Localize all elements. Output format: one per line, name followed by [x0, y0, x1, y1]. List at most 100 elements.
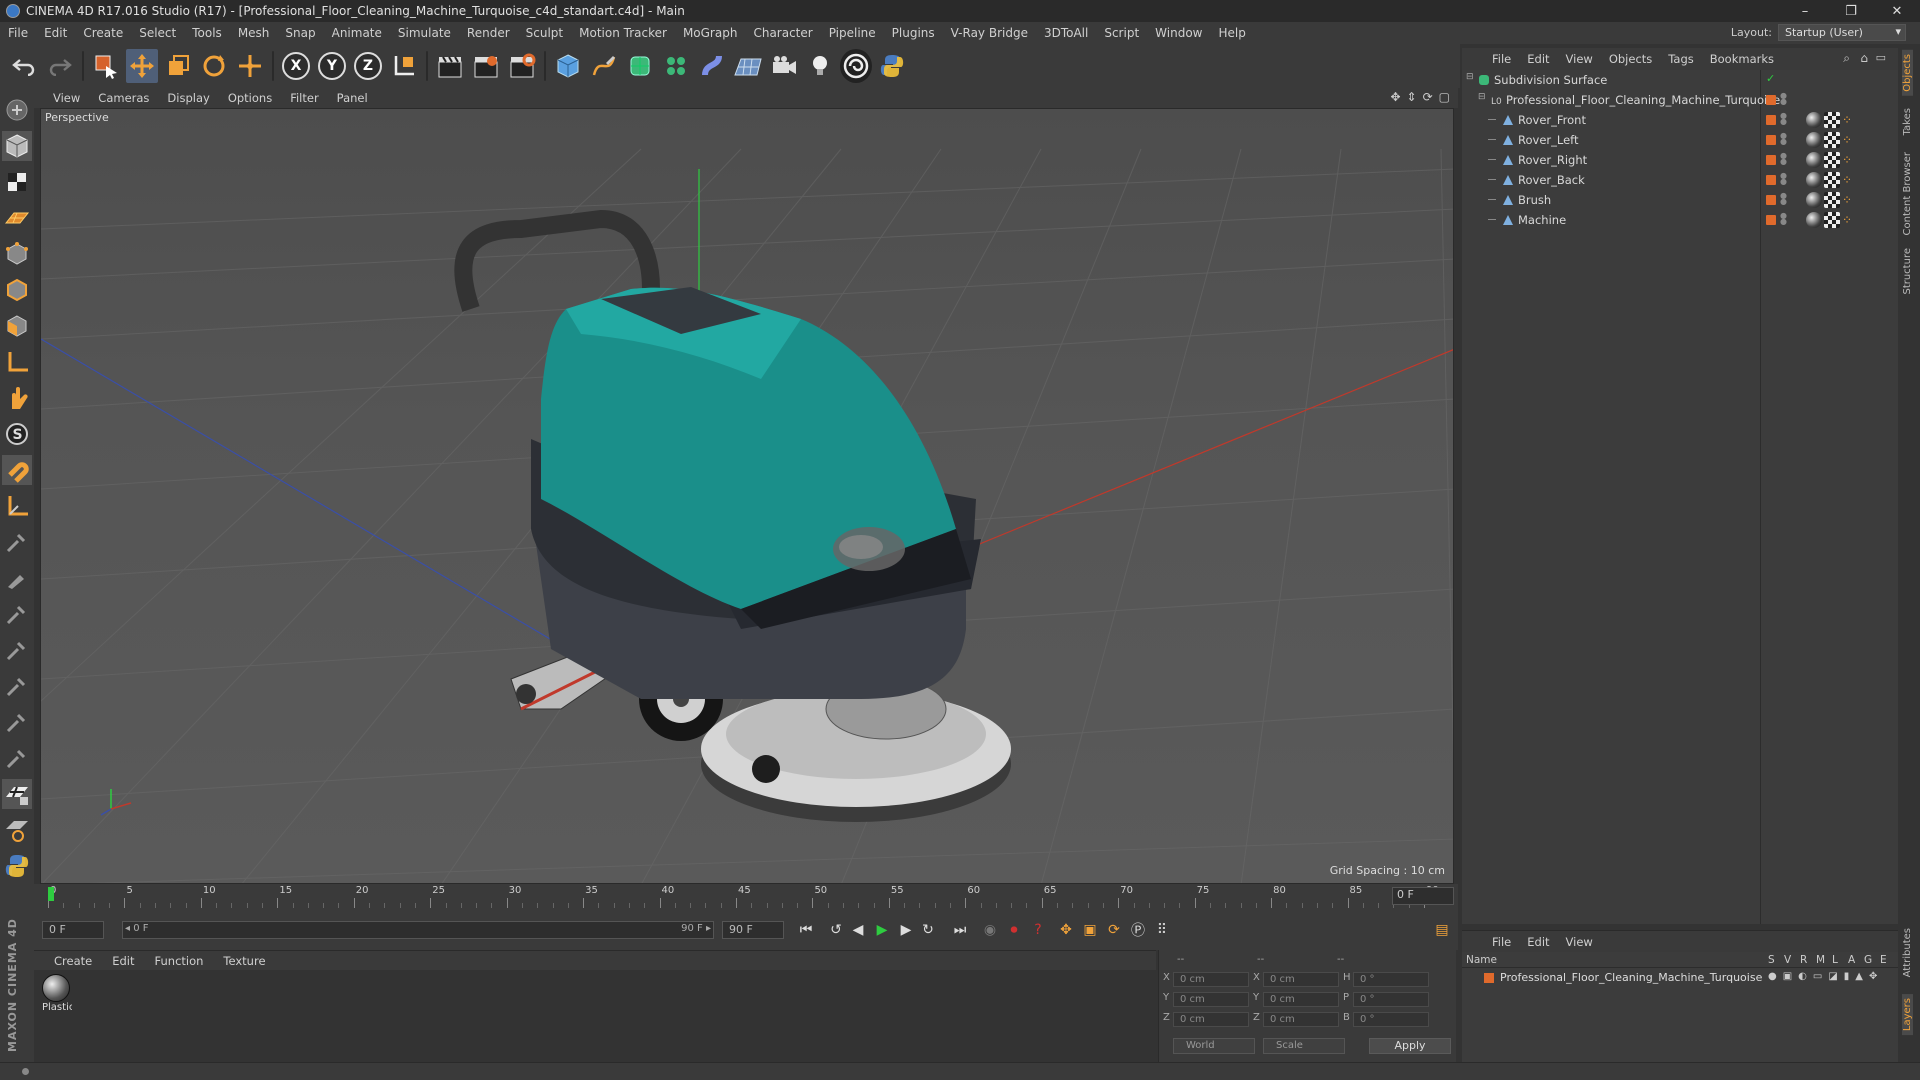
object-home-icon[interactable]: ⌂ — [1860, 51, 1868, 65]
layer-menu-edit[interactable]: Edit — [1519, 935, 1557, 949]
subdivision-surface-button[interactable] — [624, 49, 656, 83]
texture-mode-button[interactable] — [2, 167, 32, 197]
object-menu-file[interactable]: File — [1484, 52, 1519, 66]
menu-create[interactable]: Create — [75, 26, 131, 40]
size-mode-select[interactable]: Scale — [1263, 1038, 1345, 1054]
material-swatch[interactable]: Plastic — [42, 974, 72, 1013]
spline-pen-button[interactable] — [588, 49, 620, 83]
locked-workplane-button[interactable] — [2, 491, 32, 521]
timeline-playhead[interactable] — [48, 887, 54, 901]
tab-takes[interactable]: Takes — [1902, 104, 1913, 139]
rotation-p-field[interactable]: 0 ° — [1353, 992, 1429, 1007]
menu-edit[interactable]: Edit — [36, 26, 75, 40]
current-frame-field[interactable]: 0 F — [1392, 887, 1454, 905]
material-menu-create[interactable]: Create — [44, 954, 102, 968]
menu-mograph[interactable]: MoGraph — [675, 26, 746, 40]
layer-color-swatch[interactable] — [1484, 973, 1494, 983]
snap-button[interactable]: S — [2, 419, 32, 449]
floor-snap-button[interactable] — [2, 815, 32, 845]
size-y-field[interactable]: 0 cm — [1263, 992, 1339, 1007]
extrude-tool-button[interactable] — [2, 599, 32, 629]
previous-key-button[interactable]: ↺ — [824, 918, 848, 942]
key-rotation-button[interactable]: ⟳ — [1102, 918, 1126, 942]
uvw-tag-icon[interactable] — [1824, 132, 1840, 148]
undo-button[interactable] — [8, 49, 40, 83]
expand-toggle-icon[interactable]: ⊟ — [1466, 72, 1474, 82]
viewport-maximize-icon[interactable]: ▢ — [1439, 90, 1450, 104]
rotation-b-field[interactable]: 0 ° — [1353, 1012, 1429, 1027]
menu-window[interactable]: Window — [1147, 26, 1210, 40]
rotation-h-field[interactable]: 0 ° — [1353, 972, 1429, 987]
next-key-button[interactable]: ↻ — [916, 918, 940, 942]
viewport-rotate-icon[interactable]: ⟳ — [1423, 90, 1433, 104]
uvw-tag-icon[interactable] — [1824, 192, 1840, 208]
layout-select[interactable]: Startup (User) — [1778, 24, 1906, 41]
menu-script[interactable]: Script — [1096, 26, 1147, 40]
position-z-field[interactable]: 0 cm — [1173, 1012, 1249, 1027]
uvw-tag-icon[interactable] — [1824, 112, 1840, 128]
move-tool-button[interactable] — [126, 49, 158, 83]
menu-mesh[interactable]: Mesh — [230, 26, 278, 40]
visibility-dots[interactable]: ● ● — [1780, 112, 1787, 126]
apply-button[interactable]: Apply — [1369, 1038, 1451, 1054]
phong-tag-icon[interactable]: ⁘ — [1842, 152, 1858, 168]
viewport-menu-display[interactable]: Display — [158, 91, 218, 105]
material-menu-edit[interactable]: Edit — [102, 954, 144, 968]
menu-simulate[interactable]: Simulate — [390, 26, 459, 40]
visibility-dots[interactable]: ● ● — [1780, 132, 1787, 146]
timeline-window-button[interactable]: ▤ — [1430, 918, 1454, 942]
material-menu-texture[interactable]: Texture — [213, 954, 275, 968]
uvw-tag-icon[interactable] — [1824, 212, 1840, 228]
y-axis-button[interactable]: Y — [316, 49, 348, 83]
layer-color-tag[interactable] — [1766, 155, 1776, 165]
deformer-button[interactable] — [696, 49, 728, 83]
position-x-field[interactable]: 0 cm — [1173, 972, 1249, 987]
object-menu-edit[interactable]: Edit — [1519, 52, 1557, 66]
key-parameter-button[interactable]: Ⓟ — [1126, 918, 1150, 942]
tab-attributes[interactable]: Attributes — [1902, 924, 1913, 981]
object-row[interactable]: Rover_Right ● ● ⁘ — [1462, 150, 1898, 170]
menu-render[interactable]: Render — [459, 26, 518, 40]
magnet-tool-button[interactable] — [2, 743, 32, 773]
menu-pipeline[interactable]: Pipeline — [821, 26, 884, 40]
edges-mode-button[interactable] — [2, 275, 32, 305]
axis-mode-button[interactable] — [2, 347, 32, 377]
camera-button[interactable] — [768, 49, 800, 83]
record-keys-button[interactable]: ◉ — [978, 918, 1002, 942]
end-frame-field[interactable]: 90 F — [722, 921, 784, 939]
live-selection-button[interactable] — [90, 49, 122, 83]
redo-button[interactable] — [44, 49, 76, 83]
phong-tag-icon[interactable]: ⁘ — [1842, 172, 1858, 188]
phong-tag-icon[interactable]: ⁘ — [1842, 212, 1858, 228]
material-tag-icon[interactable] — [1806, 132, 1822, 148]
python-tool-button[interactable] — [2, 851, 32, 881]
visibility-dots[interactable]: ● ● — [1780, 192, 1787, 206]
layer-row[interactable]: Professional_Floor_Cleaning_Machine_Turq… — [1462, 970, 1898, 986]
layer-menu-file[interactable]: File — [1484, 935, 1519, 949]
menu-3dtoall[interactable]: 3DToAll — [1036, 26, 1096, 40]
key-scale-button[interactable]: ▣ — [1078, 918, 1102, 942]
floor-button[interactable] — [732, 49, 764, 83]
menu-animate[interactable]: Animate — [324, 26, 390, 40]
coordinate-system-button[interactable] — [388, 49, 420, 83]
key-position-button[interactable]: ✥ — [1054, 918, 1078, 942]
viewport-zoom-icon[interactable]: ⇕ — [1407, 90, 1417, 104]
viewport-menu-view[interactable]: View — [44, 91, 89, 105]
object-menu-bookmarks[interactable]: Bookmarks — [1702, 52, 1782, 66]
layer-toggle-icons[interactable]: ●▣◐▭◪▮▲✥ — [1768, 971, 1883, 982]
layer-color-tag[interactable] — [1766, 95, 1776, 105]
rotate-tool-button[interactable] — [198, 49, 230, 83]
viewport-camera-label[interactable]: Perspective — [45, 111, 109, 124]
tab-objects[interactable]: Objects — [1902, 50, 1913, 96]
menu-character[interactable]: Character — [745, 26, 820, 40]
visibility-dots[interactable]: ● ● — [1780, 212, 1787, 226]
close-button[interactable]: ✕ — [1874, 0, 1920, 22]
layer-menu-view[interactable]: View — [1558, 935, 1601, 949]
transform-tool-button[interactable] — [234, 49, 266, 83]
points-mode-button[interactable] — [2, 239, 32, 269]
menu-select[interactable]: Select — [131, 26, 184, 40]
material-menu-function[interactable]: Function — [145, 954, 214, 968]
visibility-dots[interactable]: ● ● — [1780, 172, 1787, 186]
restore-button[interactable]: ❐ — [1828, 0, 1874, 22]
object-menu-tags[interactable]: Tags — [1660, 52, 1701, 66]
